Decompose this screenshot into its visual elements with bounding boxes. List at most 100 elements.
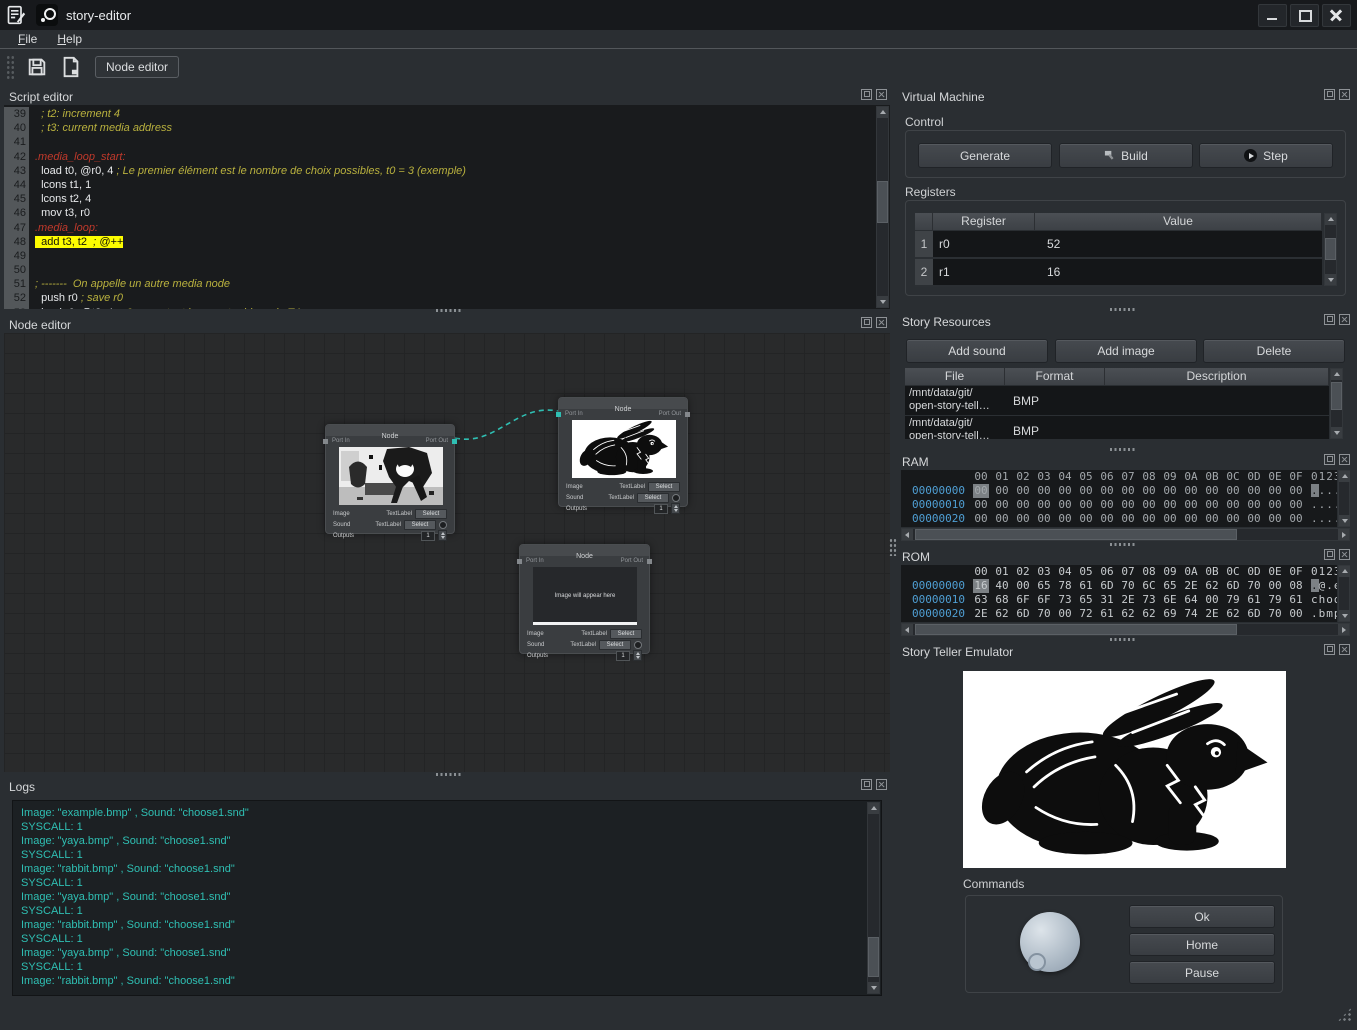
float-panel-icon[interactable] <box>1324 454 1335 465</box>
scroll-thumb[interactable] <box>868 937 879 977</box>
toolbar-drag-handle[interactable] <box>6 55 15 79</box>
media-node-3[interactable]: Node Port In Port Out Image will appear … <box>519 544 650 654</box>
register-row[interactable]: 2r116 <box>915 259 1322 287</box>
export-file-icon[interactable] <box>59 55 83 79</box>
sound-play-button[interactable] <box>672 494 680 502</box>
scroll-up-arrow[interactable] <box>1339 566 1350 577</box>
pause-button[interactable]: Pause <box>1129 961 1275 984</box>
port-out-dot[interactable] <box>685 412 690 417</box>
scroll-down-arrow[interactable] <box>1331 427 1342 438</box>
register-row[interactable]: 1r052 <box>915 231 1322 259</box>
port-in-dot[interactable] <box>556 412 561 417</box>
float-panel-icon[interactable] <box>861 89 872 100</box>
node-canvas[interactable]: Node Port In Port Out Image TextLabel Se… <box>4 333 890 772</box>
image-select-button[interactable]: Select <box>610 629 642 639</box>
port-out-dot[interactable] <box>452 439 457 444</box>
resource-row[interactable]: /mnt/data/git/open-story-tell…BMP <box>905 386 1329 416</box>
scroll-down-arrow[interactable] <box>1339 515 1350 526</box>
scroll-up-arrow[interactable] <box>1325 214 1336 225</box>
splitter-handle[interactable] <box>1110 308 1136 311</box>
scroll-up-arrow[interactable] <box>1331 369 1342 380</box>
rom-horizontal-scrollbar[interactable] <box>901 623 1350 636</box>
window-resize-grip[interactable] <box>1337 1007 1352 1022</box>
outputs-spinbox-value[interactable]: 1 <box>654 504 668 514</box>
close-button[interactable] <box>1322 4 1351 27</box>
close-panel-icon[interactable] <box>876 89 887 100</box>
build-button[interactable]: Build <box>1059 143 1193 168</box>
close-panel-icon[interactable] <box>876 317 887 328</box>
log-output[interactable]: Image: "example.bmp" , Sound: "choose1.s… <box>12 800 882 996</box>
scroll-left-arrow[interactable] <box>902 624 913 635</box>
float-panel-icon[interactable] <box>1324 314 1335 325</box>
scroll-thumb[interactable] <box>1325 238 1336 260</box>
scroll-right-arrow[interactable] <box>1338 624 1349 635</box>
ok-button[interactable]: Ok <box>1129 905 1275 928</box>
step-button[interactable]: Step <box>1199 143 1333 168</box>
close-panel-icon[interactable] <box>1339 89 1350 100</box>
port-in-dot[interactable] <box>323 439 328 444</box>
resource-row[interactable]: /mnt/data/git/open-story-tell…BMP <box>905 416 1329 439</box>
outputs-spinbox-arrows[interactable] <box>438 530 447 541</box>
splitter-handle[interactable] <box>436 773 462 776</box>
node-title-bar[interactable]: Node <box>520 545 649 556</box>
add-sound-button[interactable]: Add sound <box>906 339 1048 363</box>
close-panel-icon[interactable] <box>1339 644 1350 655</box>
dock-splitter-handle[interactable] <box>889 538 897 556</box>
file-column-header[interactable]: File <box>905 368 1005 385</box>
splitter-handle[interactable] <box>1110 543 1136 546</box>
scroll-thumb[interactable] <box>877 181 888 223</box>
scroll-thumb[interactable] <box>915 529 1237 540</box>
port-out-dot[interactable] <box>647 559 652 564</box>
registers-scrollbar[interactable] <box>1324 213 1337 286</box>
close-panel-icon[interactable] <box>1339 454 1350 465</box>
port-in-dot[interactable] <box>517 559 522 564</box>
float-panel-icon[interactable] <box>1324 549 1335 560</box>
resources-table[interactable]: FileFormatDescription /mnt/data/git/open… <box>905 368 1329 439</box>
float-panel-icon[interactable] <box>1324 89 1335 100</box>
node-title-bar[interactable]: Node <box>559 398 687 409</box>
float-panel-icon[interactable] <box>861 317 872 328</box>
media-node-1[interactable]: Node Port In Port Out Image TextLabel Se… <box>325 424 455 534</box>
menu-item-help[interactable]: Help <box>47 31 92 47</box>
resources-scrollbar[interactable] <box>1330 368 1343 439</box>
scroll-up-arrow[interactable] <box>877 107 888 118</box>
outputs-spinbox-value[interactable]: 1 <box>421 531 435 541</box>
outputs-spinbox-value[interactable]: 1 <box>616 651 630 661</box>
media-node-2[interactable]: Node Port In Port Out Image TextLabel Se… <box>558 397 688 507</box>
node-editor-toolbar-button[interactable]: Node editor <box>95 56 179 78</box>
scroll-right-arrow[interactable] <box>1338 529 1349 540</box>
float-panel-icon[interactable] <box>861 779 872 790</box>
sound-play-button[interactable] <box>439 521 447 529</box>
sound-select-button[interactable]: Select <box>637 493 669 503</box>
value-column-header[interactable]: Value <box>1035 213 1322 230</box>
scroll-thumb[interactable] <box>1331 382 1342 410</box>
outputs-spinbox-arrows[interactable] <box>671 503 680 514</box>
maximize-button[interactable] <box>1290 4 1319 27</box>
ram-horizontal-scrollbar[interactable] <box>901 528 1350 541</box>
format-column-header[interactable]: Format <box>1005 368 1105 385</box>
delete-button[interactable]: Delete <box>1203 339 1345 363</box>
minimize-button[interactable] <box>1258 4 1287 27</box>
menu-item-file[interactable]: File <box>8 31 47 47</box>
image-select-button[interactable]: Select <box>648 482 680 492</box>
logs-scrollbar[interactable] <box>867 802 880 994</box>
script-editor-scrollbar[interactable] <box>876 106 889 308</box>
scroll-down-arrow[interactable] <box>868 982 879 993</box>
close-panel-icon[interactable] <box>1339 549 1350 560</box>
image-select-button[interactable]: Select <box>415 509 447 519</box>
scroll-thumb[interactable] <box>915 624 1237 635</box>
splitter-handle[interactable] <box>1110 448 1136 451</box>
outputs-spinbox-arrows[interactable] <box>633 650 642 661</box>
rom-hex-grid[interactable]: 000102030405060708090A0B0C0D0E0F01234567… <box>901 565 1337 622</box>
scroll-down-arrow[interactable] <box>1325 274 1336 285</box>
splitter-handle[interactable] <box>436 309 462 312</box>
sound-select-button[interactable]: Select <box>404 520 436 530</box>
script-code-editor[interactable]: 39 ; t2: increment 440 ; t3: current med… <box>4 105 890 309</box>
close-panel-icon[interactable] <box>876 779 887 790</box>
save-icon[interactable] <box>25 55 49 79</box>
sound-select-button[interactable]: Select <box>599 640 631 650</box>
register-column-header[interactable]: Register <box>933 213 1035 230</box>
registers-table[interactable]: RegisterValue 1r0522r116 <box>915 213 1322 287</box>
rom-vertical-scrollbar[interactable] <box>1338 565 1350 622</box>
scroll-down-arrow[interactable] <box>1339 610 1350 621</box>
